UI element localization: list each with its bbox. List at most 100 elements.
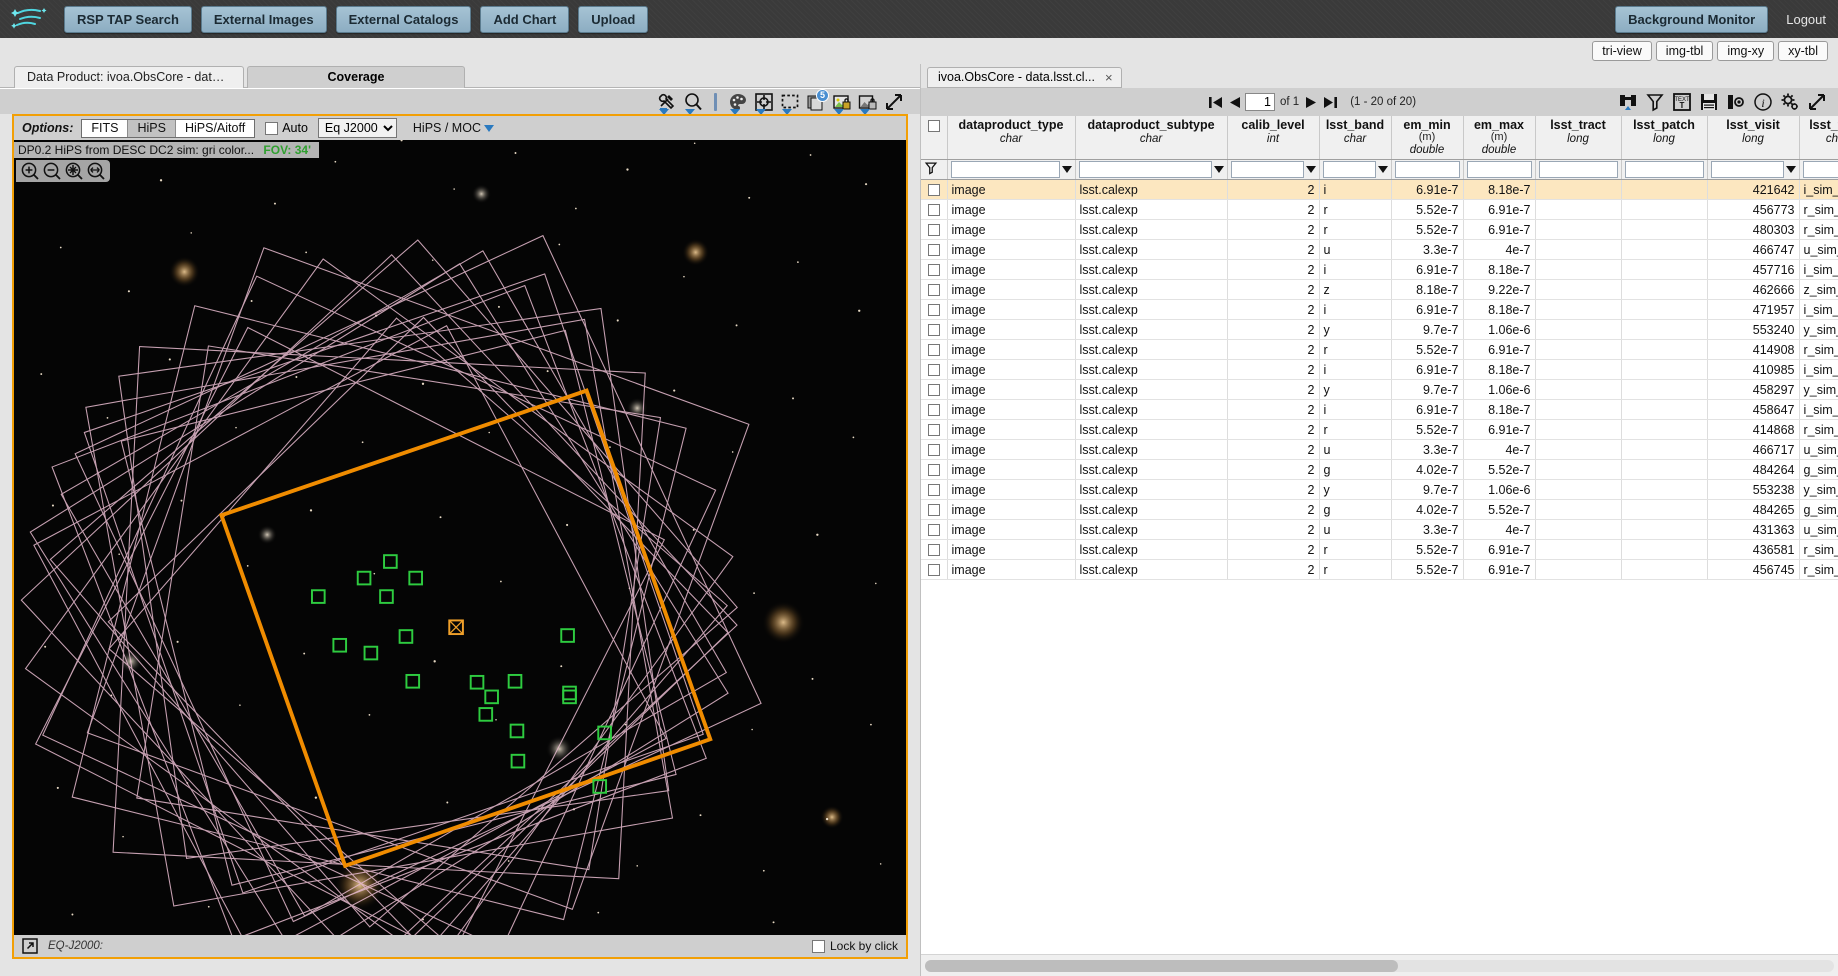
auto-checkbox-group[interactable]: Auto	[265, 121, 308, 135]
close-icon[interactable]: ×	[1105, 68, 1113, 87]
filter-input-lsst_band[interactable]	[1322, 161, 1376, 178]
upload-button[interactable]: Upload	[578, 5, 649, 33]
table-row[interactable]: imagelsst.calexp2u3.3e-74e-7 466717u_sim_…	[921, 439, 1838, 460]
row-checkbox[interactable]	[927, 544, 940, 557]
chevron-down-icon[interactable]	[1377, 166, 1388, 173]
row-select-cell[interactable]	[921, 299, 948, 320]
select-all-header[interactable]	[921, 116, 948, 160]
table-row[interactable]: image lsst.calexp 2 r 5.52e-7 6.91e-7 456745 r_…	[921, 559, 1838, 580]
row-select-cell[interactable]	[921, 399, 948, 420]
row-select-cell[interactable]	[921, 379, 948, 400]
column-header-lsst_visit[interactable]: lsst_visit long	[1707, 116, 1800, 160]
row-checkbox[interactable]	[927, 464, 940, 477]
zoom-one-icon[interactable]	[86, 161, 106, 181]
sky-viewer[interactable]: Options: FITS HiPS HiPS/Aitoff Auto Eq J…	[12, 114, 908, 959]
filter-cell-em_min[interactable]	[1391, 159, 1464, 180]
row-checkbox[interactable]	[927, 444, 940, 457]
info-icon[interactable]: i	[1752, 91, 1774, 113]
prev-page-button[interactable]	[1227, 94, 1242, 111]
row-checkbox[interactable]	[927, 404, 940, 417]
table-row[interactable]: image lsst.calexp 2 r 5.52e-7 6.91e-7 414868 r_…	[921, 419, 1838, 440]
first-page-button[interactable]	[1207, 94, 1224, 111]
row-checkbox[interactable]	[927, 384, 940, 397]
select-all-checkbox[interactable]	[927, 119, 940, 132]
last-page-button[interactable]	[1322, 94, 1339, 111]
filter-input-dataproduct_subtype[interactable]	[1078, 161, 1212, 178]
view-tri-view[interactable]: tri-view	[1592, 41, 1652, 61]
filter-input-calib_level[interactable]	[1230, 161, 1304, 178]
column-header-lsst_tract[interactable]: lsst_tract long	[1535, 116, 1622, 160]
external-catalogs-button[interactable]: External Catalogs	[335, 5, 472, 33]
row-select-cell[interactable]	[921, 559, 948, 580]
next-page-button[interactable]	[1304, 94, 1319, 111]
rsp-tap-search-button[interactable]: RSP TAP Search	[64, 5, 192, 33]
view-xy-tbl[interactable]: xy-tbl	[1778, 41, 1828, 61]
chevron-down-icon[interactable]	[1785, 166, 1796, 173]
color-palette-icon[interactable]	[726, 90, 750, 115]
table-row[interactable]: image lsst.calexp 2 z 8.18e-7 9.22e-7 462666 z_…	[921, 279, 1838, 300]
row-checkbox[interactable]	[927, 184, 940, 197]
filter-cell-lsst_patch[interactable]	[1621, 159, 1708, 180]
filter-input-lsst_patch[interactable]	[1624, 161, 1704, 178]
column-header-em_max[interactable]: em_max (m) double	[1463, 116, 1536, 160]
layers-icon[interactable]: 5	[804, 88, 829, 114]
search-magnifier-icon[interactable]	[681, 90, 705, 115]
row-checkbox[interactable]	[927, 304, 940, 317]
row-select-cell[interactable]	[921, 539, 948, 560]
table-row[interactable]: imagelsst.calexp2u3.3e-74e-7 431363u_sim_…	[921, 519, 1838, 540]
table-row[interactable]: image lsst.calexp 2 g 4.02e-7 5.52e-7 484265 g_…	[921, 499, 1838, 520]
zoom-out-icon[interactable]	[42, 161, 62, 181]
view-img-xy[interactable]: img-xy	[1717, 41, 1775, 61]
tab-coverage[interactable]: Coverage	[247, 66, 465, 88]
settings-gear-icon[interactable]	[1779, 91, 1801, 113]
lock-by-click-checkbox[interactable]	[811, 939, 825, 953]
filter-cell-lsst_visit[interactable]	[1707, 159, 1800, 180]
table-row[interactable]: image lsst.calexp 2 i 6.91e-7 8.18e-7 421642 i_…	[921, 179, 1838, 200]
filter-funnel-icon[interactable]	[924, 161, 938, 175]
column-header-calib_level[interactable]: calib_level int	[1227, 116, 1320, 160]
crosshair-center-icon[interactable]	[752, 90, 776, 115]
filter-cell-dataproduct_type[interactable]	[947, 159, 1076, 180]
filter-cell-lsst_tract[interactable]	[1535, 159, 1622, 180]
row-checkbox[interactable]	[927, 324, 940, 337]
chevron-down-icon[interactable]	[1061, 166, 1072, 173]
filter-cell-dataproduct_subtype[interactable]	[1075, 159, 1228, 180]
table-row[interactable]: image lsst.calexp 2 y 9.7e-7 1.06e-6 553240 y_s…	[921, 319, 1838, 340]
row-select-cell[interactable]	[921, 279, 948, 300]
expand-icon[interactable]	[1806, 91, 1828, 113]
row-checkbox[interactable]	[927, 344, 940, 357]
chevron-down-icon[interactable]	[1213, 166, 1224, 173]
column-header-dataproduct_type[interactable]: dataproduct_type char	[947, 116, 1076, 160]
row-checkbox[interactable]	[927, 484, 940, 497]
filter-input-lsst_visit[interactable]	[1710, 161, 1784, 178]
filter-funnel-icon[interactable]	[1644, 91, 1666, 113]
row-checkbox[interactable]	[927, 264, 940, 277]
column-header-em_min[interactable]: em_min (m) double	[1391, 116, 1464, 160]
row-select-cell[interactable]	[921, 179, 948, 200]
row-checkbox[interactable]	[927, 204, 940, 217]
view-img-tbl[interactable]: img-tbl	[1655, 41, 1714, 61]
row-checkbox[interactable]	[927, 524, 940, 537]
row-select-cell[interactable]	[921, 219, 948, 240]
hscroll-track[interactable]	[925, 959, 1834, 972]
table-row[interactable]: imagelsst.calexp2u3.3e-74e-7 466747u_sim_…	[921, 239, 1838, 260]
table-row[interactable]: image lsst.calexp 2 i 6.91e-7 8.18e-7 471957 i_…	[921, 299, 1838, 320]
row-select-cell[interactable]	[921, 259, 948, 280]
row-select-cell[interactable]	[921, 499, 948, 520]
coordinate-system-select[interactable]: Eq J2000	[317, 118, 397, 138]
column-toggle-icon[interactable]	[1725, 91, 1747, 113]
row-checkbox[interactable]	[927, 424, 940, 437]
filter-input-lsst_filter[interactable]	[1802, 161, 1838, 178]
table-row[interactable]: image lsst.calexp 2 y 9.7e-7 1.06e-6 553238 y_s…	[921, 479, 1838, 500]
row-checkbox[interactable]	[927, 564, 940, 577]
results-table-wrap[interactable]: dataproduct_type char dataproduct_subtype c…	[921, 116, 1838, 954]
image-lock-icon[interactable]	[830, 90, 854, 115]
binoculars-icon[interactable]	[1617, 91, 1639, 113]
row-checkbox[interactable]	[927, 504, 940, 517]
background-monitor-button[interactable]: Background Monitor	[1615, 5, 1769, 33]
row-select-cell[interactable]	[921, 199, 948, 220]
row-checkbox[interactable]	[927, 284, 940, 297]
text-view-icon[interactable]: TEXT T	[1671, 91, 1693, 113]
page-number-input[interactable]	[1245, 93, 1275, 111]
filter-input-em_min[interactable]	[1394, 161, 1460, 178]
